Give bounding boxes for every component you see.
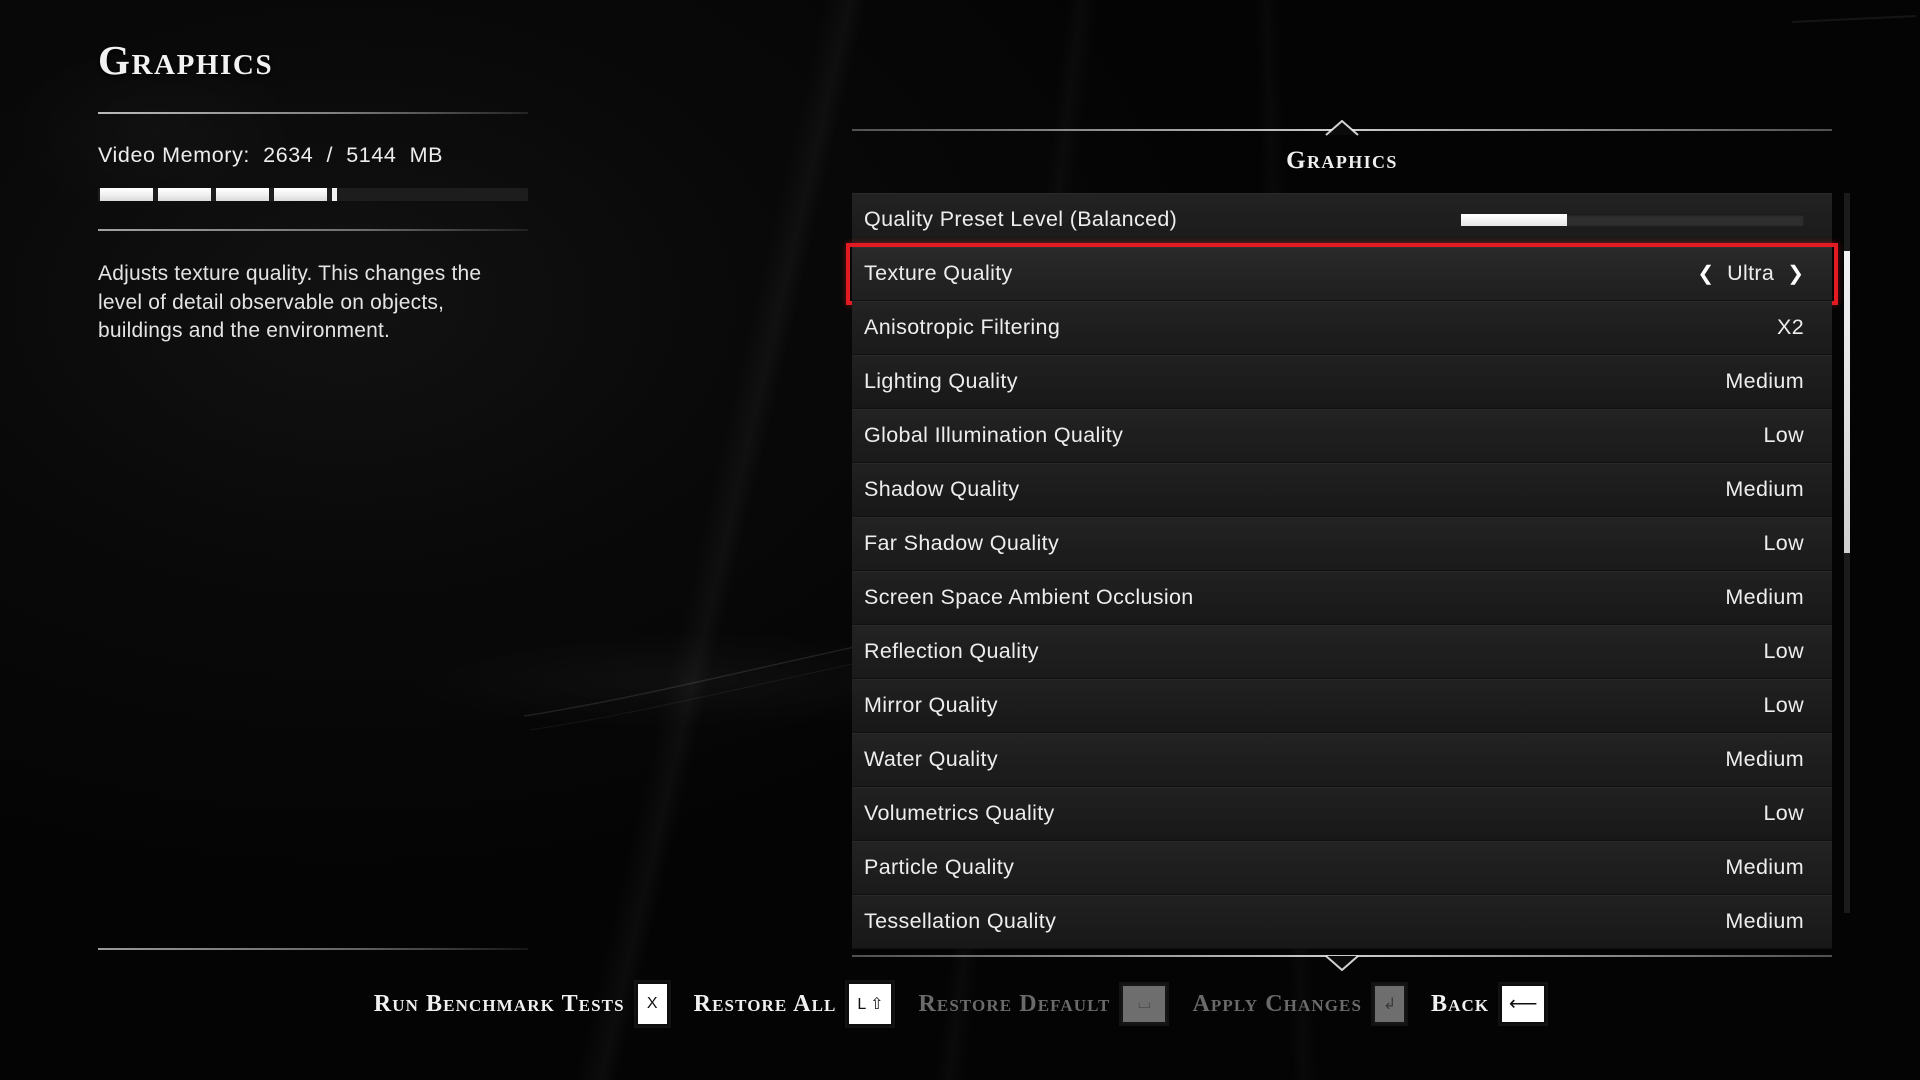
key-hint-enter: ↲ <box>1373 984 1407 1024</box>
row-label: Tessellation Quality <box>864 909 1057 933</box>
row-value: Medium <box>1725 909 1804 933</box>
quality-preset-slider-fill <box>1461 213 1568 226</box>
row-value: Medium <box>1725 855 1804 879</box>
video-memory-label: Video Memory: 2634 / 5144 MB <box>98 143 444 167</box>
button-label: Run Benchmark Tests <box>373 990 625 1017</box>
panel-top-divider <box>852 120 1832 136</box>
quality-preset-slider[interactable] <box>1461 213 1804 226</box>
apply-changes-button: Apply Changes ↲ <box>1192 984 1407 1024</box>
left-bottom-divider <box>98 948 528 950</box>
row-value: Low <box>1763 423 1804 447</box>
chevron-left-icon[interactable]: ❮ <box>1697 264 1714 284</box>
button-label: Restore All <box>693 990 837 1017</box>
restore-default-button: Restore Default ⌴ <box>918 984 1168 1024</box>
texture-quality-stepper[interactable]: ❮ Ultra ❯ <box>1697 261 1804 286</box>
back-button[interactable]: Back ⟵ <box>1431 984 1547 1024</box>
video-memory-segment <box>274 188 327 201</box>
row-label: Global Illumination Quality <box>864 423 1124 447</box>
description-divider <box>98 229 528 231</box>
row-label: Water Quality <box>864 747 998 771</box>
row-value: Low <box>1763 693 1804 717</box>
button-label: Apply Changes <box>1192 990 1363 1017</box>
button-label: Restore Default <box>918 990 1111 1017</box>
title-divider <box>98 112 528 114</box>
page-title: Graphics <box>98 37 274 83</box>
settings-panel: Graphics Quality Preset Level (Balanced)… <box>846 120 1850 971</box>
row-label: Quality Preset Level (Balanced) <box>864 207 1178 231</box>
settings-row-far-shadow-quality[interactable]: Far Shadow Quality Low <box>852 517 1832 571</box>
row-value: Low <box>1763 801 1804 825</box>
row-label: Screen Space Ambient Occlusion <box>864 585 1194 609</box>
video-memory-segment <box>216 188 269 201</box>
row-value: Medium <box>1725 585 1804 609</box>
graphics-settings-screen: Graphics Video Memory: 2634 / 5144 MB Ad… <box>0 0 1920 1080</box>
panel-title: Graphics <box>1286 147 1398 174</box>
settings-row-tessellation-quality[interactable]: Tessellation Quality Medium <box>852 895 1832 949</box>
row-value: Ultra <box>1727 261 1775 285</box>
row-label: Anisotropic Filtering <box>864 315 1061 339</box>
panel-bottom-divider <box>852 951 1832 971</box>
row-label: Lighting Quality <box>864 369 1018 393</box>
row-label: Reflection Quality <box>864 639 1039 663</box>
settings-row-global-illumination-quality[interactable]: Global Illumination Quality Low <box>852 409 1832 463</box>
settings-scrollbar-thumb[interactable] <box>1844 250 1850 553</box>
key-hint-space: ⌴ <box>1121 984 1168 1024</box>
key-hint-backspace: ⟵ <box>1500 984 1547 1024</box>
row-value: Low <box>1763 531 1804 555</box>
video-memory-segment <box>158 188 211 201</box>
row-value: Medium <box>1725 369 1804 393</box>
row-label: Far Shadow Quality <box>864 531 1060 555</box>
row-label: Particle Quality <box>864 855 1015 879</box>
row-value: Low <box>1763 639 1804 663</box>
run-benchmark-tests-button[interactable]: Run Benchmark Tests X <box>374 982 669 1026</box>
settings-row-texture-quality[interactable]: Texture Quality ❮ Ultra ❯ <box>846 243 1838 305</box>
footer-actions: Run Benchmark Tests X Restore All L ⇧ Re… <box>0 982 1920 1026</box>
settings-row-volumetrics-quality[interactable]: Volumetrics Quality Low <box>852 787 1832 841</box>
settings-row-mirror-quality[interactable]: Mirror Quality Low <box>852 679 1832 733</box>
video-memory-segment <box>100 188 153 201</box>
settings-row-water-quality[interactable]: Water Quality Medium <box>852 733 1832 787</box>
settings-row-particle-quality[interactable]: Particle Quality Medium <box>852 841 1832 895</box>
video-memory-bar <box>98 188 528 201</box>
key-hint-lshift: L ⇧ <box>847 982 894 1026</box>
settings-row-shadow-quality[interactable]: Shadow Quality Medium <box>852 463 1832 517</box>
settings-row-screen-space-ambient-occlusion[interactable]: Screen Space Ambient Occlusion Medium <box>852 571 1832 625</box>
settings-row-reflection-quality[interactable]: Reflection Quality Low <box>852 625 1832 679</box>
row-value: Medium <box>1725 747 1804 771</box>
row-value: X2 <box>1777 315 1804 339</box>
settings-scrollbar[interactable] <box>1844 193 1850 913</box>
row-label: Texture Quality <box>864 261 1013 285</box>
settings-row-anisotropic-filtering[interactable]: Anisotropic Filtering X2 <box>852 301 1832 355</box>
key-hint-x: X <box>635 982 669 1026</box>
chevron-up-icon <box>1325 120 1359 136</box>
settings-row-lighting-quality[interactable]: Lighting Quality Medium <box>852 355 1832 409</box>
scratch-decoration-2 <box>1791 15 1917 23</box>
left-info-panel: Graphics Video Memory: 2634 / 5144 MB Ad… <box>98 40 528 346</box>
row-label: Volumetrics Quality <box>864 801 1055 825</box>
row-value: Medium <box>1725 477 1804 501</box>
row-label: Shadow Quality <box>864 477 1020 501</box>
chevron-down-icon <box>1325 955 1359 971</box>
setting-description: Adjusts texture quality. This changes th… <box>98 262 482 342</box>
video-memory-tick <box>332 188 337 201</box>
restore-all-button[interactable]: Restore All L ⇧ <box>694 982 894 1026</box>
button-label: Back <box>1431 990 1490 1017</box>
row-label: Mirror Quality <box>864 693 998 717</box>
chevron-right-icon[interactable]: ❯ <box>1787 264 1804 284</box>
settings-row-quality-preset-level[interactable]: Quality Preset Level (Balanced) <box>852 193 1832 247</box>
settings-list: Quality Preset Level (Balanced) Texture … <box>846 193 1850 949</box>
